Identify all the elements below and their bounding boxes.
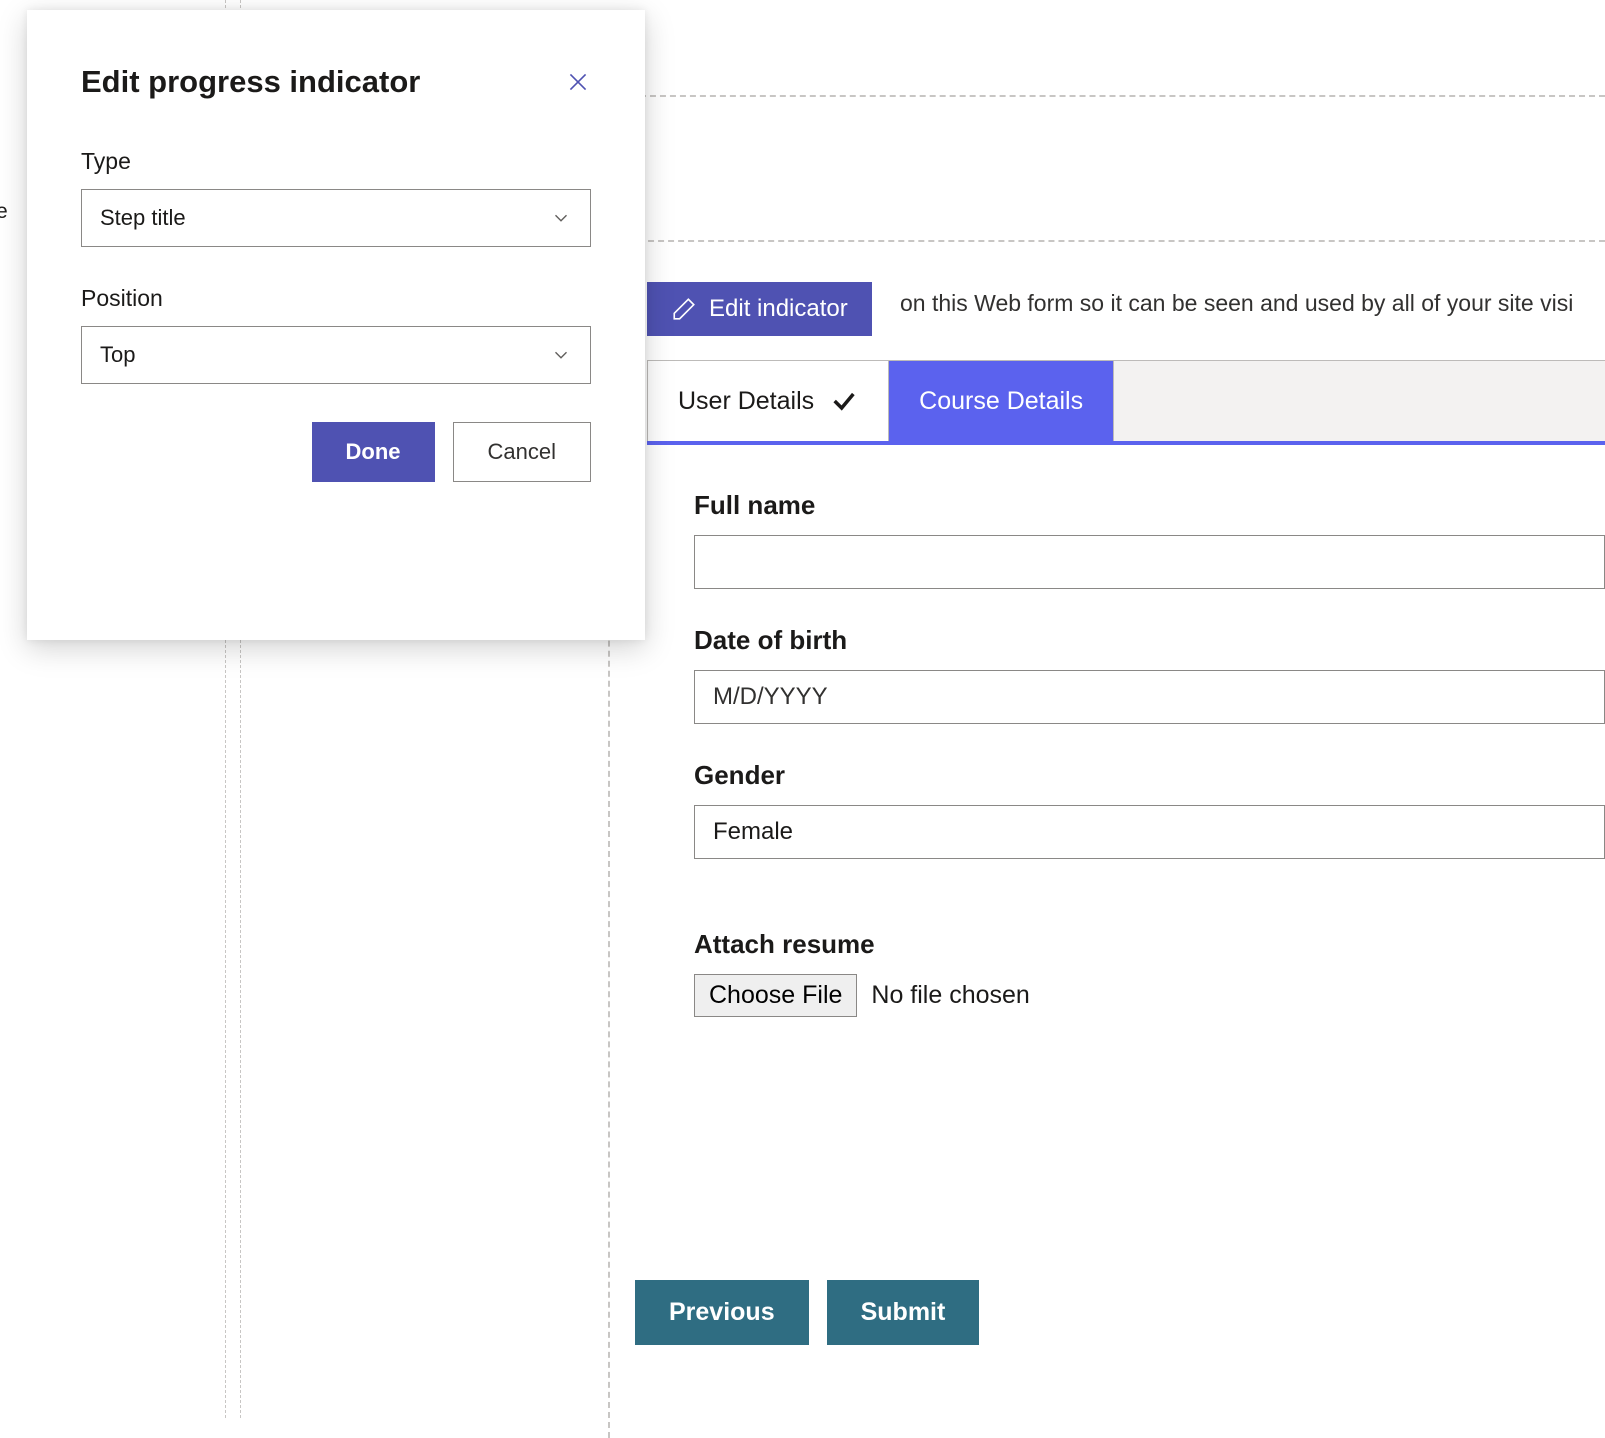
done-button[interactable]: Done: [312, 422, 435, 482]
form-preview: Full name Date of birth M/D/YYYY Gender …: [694, 490, 1605, 1053]
dob-input[interactable]: M/D/YYYY: [694, 670, 1605, 724]
gender-label: Gender: [694, 760, 1605, 791]
edit-progress-indicator-popover: Edit progress indicator Type Step title …: [27, 10, 645, 640]
type-label: Type: [81, 148, 591, 175]
tab-label: User Details: [678, 387, 814, 416]
dob-label: Date of birth: [694, 625, 1605, 656]
close-icon[interactable]: [565, 69, 591, 95]
pencil-icon: [671, 296, 697, 322]
chevron-down-icon: [550, 207, 572, 229]
edit-indicator-label: Edit indicator: [709, 295, 848, 323]
gender-select[interactable]: Female: [694, 805, 1605, 859]
field-resume: Attach resume Choose File No file chosen: [694, 929, 1605, 1017]
preview-info-banner: on this Web form so it can be seen and u…: [900, 290, 1605, 317]
full-name-label: Full name: [694, 490, 1605, 521]
previous-button[interactable]: Previous: [635, 1280, 809, 1345]
layout-guide: [620, 95, 1605, 97]
position-dropdown-value: Top: [100, 342, 135, 368]
tab-user-details[interactable]: User Details: [647, 361, 889, 441]
dob-placeholder: M/D/YYYY: [713, 683, 828, 711]
position-label: Position: [81, 285, 591, 312]
resume-label: Attach resume: [694, 929, 1605, 960]
tab-course-details[interactable]: Course Details: [889, 361, 1114, 441]
edit-indicator-button[interactable]: Edit indicator: [647, 282, 872, 336]
full-name-input[interactable]: [694, 535, 1605, 589]
chevron-down-icon: [550, 344, 572, 366]
position-dropdown[interactable]: Top: [81, 326, 591, 384]
tab-label: Course Details: [919, 387, 1083, 416]
type-dropdown[interactable]: Step title: [81, 189, 591, 247]
popover-title: Edit progress indicator: [81, 64, 420, 100]
tab-empty: [1114, 361, 1605, 441]
cancel-button[interactable]: Cancel: [453, 422, 591, 482]
field-gender: Gender Female: [694, 760, 1605, 859]
submit-button[interactable]: Submit: [827, 1280, 980, 1345]
step-tabs: User Details Course Details: [647, 360, 1605, 445]
no-file-text: No file chosen: [871, 981, 1029, 1010]
gender-value: Female: [713, 818, 793, 846]
type-dropdown-value: Step title: [100, 205, 186, 231]
checkmark-icon: [830, 387, 858, 415]
cropped-text-fragment: e: [0, 200, 8, 224]
choose-file-button[interactable]: Choose File: [694, 974, 857, 1017]
field-full-name: Full name: [694, 490, 1605, 589]
field-dob: Date of birth M/D/YYYY: [694, 625, 1605, 724]
form-actions: Previous Submit: [635, 1280, 979, 1345]
